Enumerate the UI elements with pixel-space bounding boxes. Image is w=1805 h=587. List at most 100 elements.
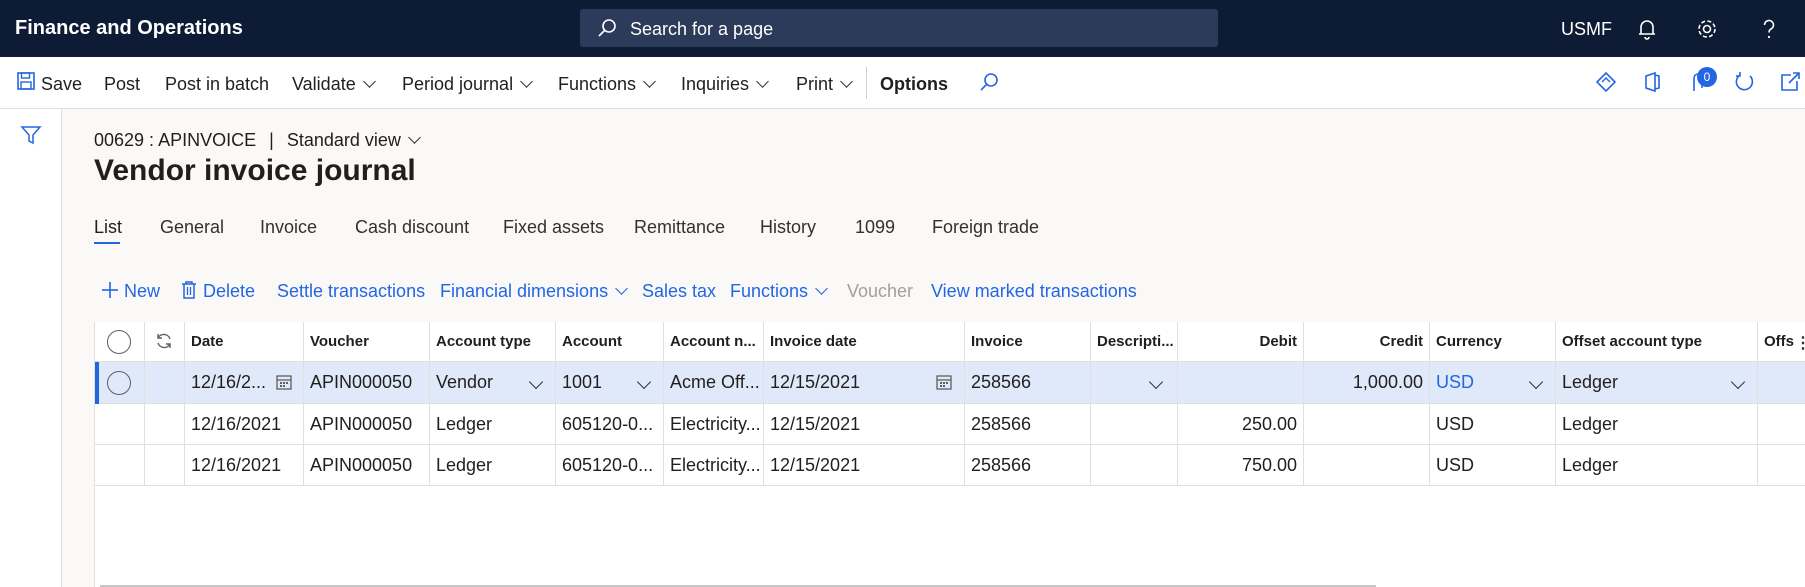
select-all-header[interactable] (95, 322, 145, 362)
delete-button[interactable]: Delete (203, 281, 255, 302)
post-button[interactable]: Post (104, 74, 140, 95)
invoice-cell[interactable]: 258566 (965, 404, 1091, 445)
financial-dimensions-menu[interactable]: Financial dimensions (440, 281, 628, 302)
description-cell[interactable] (1091, 445, 1178, 486)
invoice-date-cell[interactable]: 12/15/2021 (764, 404, 965, 445)
debit-cell[interactable]: 250.00 (1178, 404, 1304, 445)
calendar-icon[interactable] (935, 373, 953, 396)
offset-account-type-cell[interactable]: Ledger (1556, 445, 1758, 486)
view-marked-transactions-button[interactable]: View marked transactions (931, 281, 1137, 302)
calendar-icon[interactable] (275, 373, 293, 396)
currency-cell[interactable]: USD (1430, 445, 1556, 486)
row-select-cell[interactable] (95, 404, 145, 445)
post-in-batch-button[interactable]: Post in batch (165, 74, 269, 95)
account-cell[interactable]: 605120-0... (556, 404, 664, 445)
account-name-cell: Electricity... (664, 404, 764, 445)
account-type-cell[interactable]: Ledger (430, 445, 556, 486)
currency-cell[interactable]: USD (1430, 404, 1556, 445)
column-header-debit[interactable]: Debit (1178, 322, 1304, 362)
tab-remittance[interactable]: Remittance (634, 217, 725, 238)
invoice-cell[interactable]: 258566 (965, 362, 1091, 404)
column-header-invoice[interactable]: Invoice (965, 322, 1091, 362)
gear-icon[interactable] (1694, 16, 1720, 42)
refresh-icon[interactable] (1733, 71, 1755, 98)
filter-icon[interactable] (20, 124, 42, 151)
voucher-cell[interactable]: APIN000050 (304, 362, 430, 404)
help-icon[interactable] (1756, 16, 1782, 42)
app-title[interactable]: Finance and Operations (15, 17, 243, 40)
description-cell[interactable] (1091, 404, 1178, 445)
new-button[interactable]: New (124, 281, 160, 302)
inquiries-menu[interactable]: Inquiries (681, 74, 769, 95)
row-select-cell[interactable] (95, 362, 145, 404)
period-journal-menu[interactable]: Period journal (402, 74, 533, 95)
offset-account-cell[interactable] (1758, 445, 1805, 486)
debit-cell[interactable]: 750.00 (1178, 445, 1304, 486)
debit-cell[interactable] (1178, 362, 1304, 404)
date-cell[interactable]: 12/16/2021 (185, 445, 304, 486)
tab-1099[interactable]: 1099 (855, 217, 895, 238)
tab-foreign-trade[interactable]: Foreign trade (932, 217, 1039, 238)
tab-list[interactable]: List (94, 217, 122, 238)
validate-menu[interactable]: Validate (292, 74, 376, 95)
print-menu[interactable]: Print (796, 74, 853, 95)
settle-transactions-button[interactable]: Settle transactions (277, 281, 425, 302)
date-cell[interactable]: 12/16/2021 (185, 404, 304, 445)
page-search-box[interactable]: Search for a page (580, 9, 1218, 47)
open-in-new-window-icon[interactable] (1779, 71, 1801, 98)
description-cell[interactable] (1091, 362, 1178, 404)
offset-account-type-cell[interactable]: Ledger (1556, 404, 1758, 445)
column-header-offset-account-type[interactable]: Offset account type (1556, 322, 1758, 362)
column-header-account-name[interactable]: Account n... (664, 322, 764, 362)
save-button[interactable]: Save (41, 74, 82, 95)
office-icon[interactable] (1641, 71, 1663, 98)
tab-cash-discount[interactable]: Cash discount (355, 217, 469, 238)
search-icon[interactable] (978, 71, 1000, 98)
options-tab[interactable]: Options (880, 74, 948, 95)
trash-icon[interactable] (180, 280, 198, 305)
functions-menu[interactable]: Functions (558, 74, 656, 95)
offset-account-cell[interactable] (1758, 362, 1805, 404)
voucher-button[interactable]: Voucher (847, 281, 913, 302)
more-options-icon[interactable]: ⋮ (1795, 333, 1805, 353)
tab-history[interactable]: History (760, 217, 816, 238)
offset-account-cell[interactable] (1758, 404, 1805, 445)
plus-icon[interactable] (100, 280, 120, 305)
voucher-cell[interactable]: APIN000050 (304, 404, 430, 445)
account-type-cell[interactable]: Ledger (430, 404, 556, 445)
sales-tax-button[interactable]: Sales tax (642, 281, 716, 302)
power-apps-icon[interactable] (1595, 71, 1617, 98)
active-tab-indicator (94, 242, 120, 244)
tab-general[interactable]: General (160, 217, 224, 238)
column-header-account[interactable]: Account (556, 322, 664, 362)
row-select-radio[interactable] (107, 371, 131, 395)
account-cell[interactable]: 605120-0... (556, 445, 664, 486)
column-header-voucher[interactable]: Voucher (304, 322, 430, 362)
column-header-date[interactable]: Date (185, 322, 304, 362)
period-journal-label: Period journal (402, 74, 514, 94)
grid-functions-label: Functions (730, 281, 809, 301)
credit-cell[interactable]: 1,000.00 (1304, 362, 1430, 404)
refresh-icon[interactable] (154, 331, 174, 355)
tab-invoice[interactable]: Invoice (260, 217, 317, 238)
row-select-cell[interactable] (95, 445, 145, 486)
tab-fixed-assets[interactable]: Fixed assets (503, 217, 604, 238)
save-icon[interactable] (16, 71, 36, 96)
credit-cell[interactable] (1304, 404, 1430, 445)
grid-functions-menu[interactable]: Functions (730, 281, 828, 302)
select-all-radio[interactable] (107, 330, 131, 354)
column-header-description[interactable]: Descripti... (1091, 322, 1178, 362)
column-header-currency[interactable]: Currency (1430, 322, 1556, 362)
credit-cell[interactable] (1304, 445, 1430, 486)
company-selector[interactable]: USMF (1561, 19, 1612, 40)
refresh-column-header[interactable] (145, 322, 185, 362)
voucher-cell[interactable]: APIN000050 (304, 445, 430, 486)
column-header-account-type[interactable]: Account type (430, 322, 556, 362)
view-selector[interactable]: Standard view (287, 130, 421, 150)
offset-account-type-cell[interactable]: Ledger (1556, 362, 1758, 404)
invoice-date-cell[interactable]: 12/15/2021 (764, 445, 965, 486)
bell-icon[interactable] (1634, 16, 1660, 42)
invoice-cell[interactable]: 258566 (965, 445, 1091, 486)
column-header-credit[interactable]: Credit (1304, 322, 1430, 362)
column-header-invoice-date[interactable]: Invoice date (764, 322, 965, 362)
